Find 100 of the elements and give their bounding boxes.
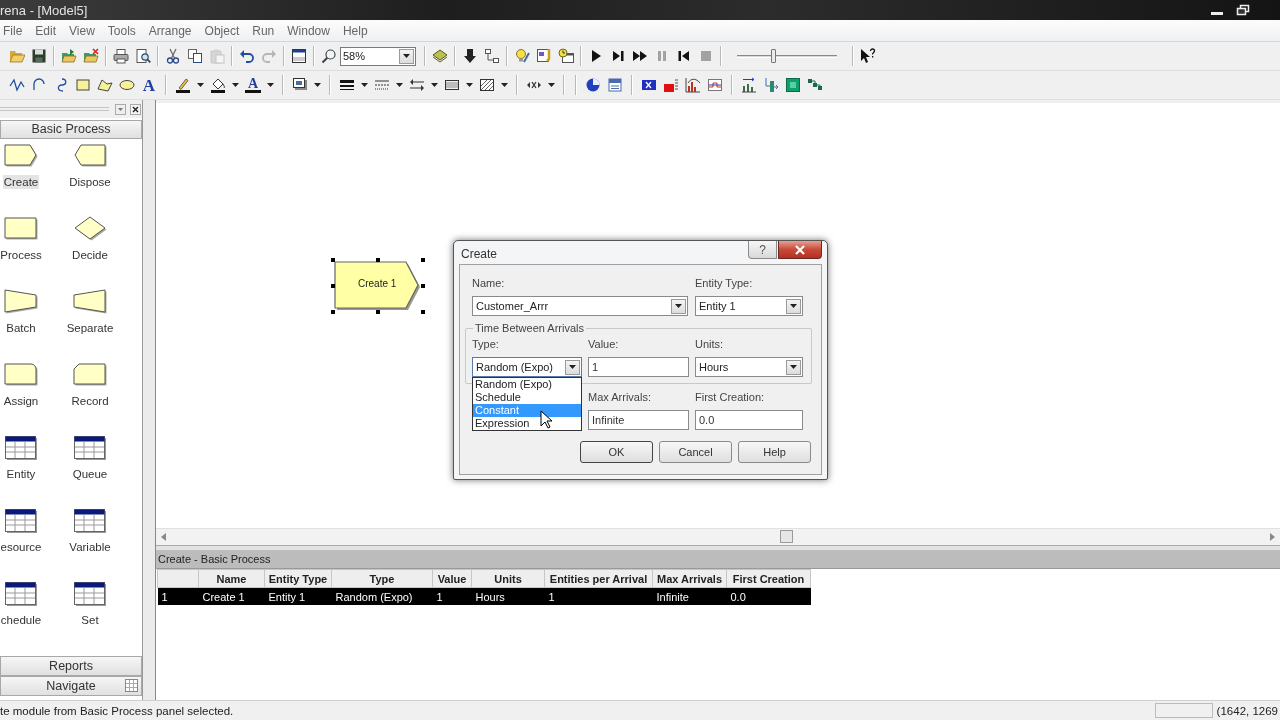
line-style-icon[interactable] (374, 77, 390, 93)
pen-icon[interactable] (175, 77, 191, 93)
dropdown-option[interactable]: Random (Expo) (473, 378, 581, 391)
caret-icon[interactable] (197, 83, 204, 87)
dropdown-button[interactable] (786, 359, 801, 375)
folder-arrow-icon[interactable] (61, 48, 77, 64)
combo-box[interactable]: Customer_Arrr (472, 296, 688, 316)
dialog-button[interactable]: OK (580, 441, 653, 463)
combo-box[interactable]: Hours (695, 357, 803, 377)
caret-icon[interactable] (431, 83, 438, 87)
scrollbar-thumb[interactable] (780, 530, 793, 543)
lightbulb-icon[interactable] (514, 48, 530, 64)
caret-icon[interactable] (314, 83, 321, 87)
dropdown-option[interactable]: Schedule (473, 391, 581, 404)
grid-icon[interactable] (125, 679, 138, 692)
module-label[interactable]: esource (0, 540, 43, 554)
dialog-button[interactable]: Help (738, 441, 811, 463)
close-icon[interactable] (130, 103, 141, 115)
slider-thumb[interactable] (771, 48, 776, 63)
trapezoid-icon[interactable] (73, 289, 107, 315)
square-tile-icon[interactable] (785, 77, 801, 93)
module-label[interactable]: Queue (71, 467, 109, 481)
step-icon[interactable] (610, 48, 626, 64)
gate-icon[interactable] (763, 77, 779, 93)
dialog-button[interactable]: Cancel (659, 441, 732, 463)
caret-icon[interactable] (466, 83, 473, 87)
restore-icon[interactable] (1236, 4, 1250, 16)
trapezoid-icon[interactable] (4, 289, 38, 315)
menu-item[interactable]: View (69, 23, 95, 38)
menu-item[interactable]: Help (342, 23, 368, 38)
layers-icon[interactable] (432, 48, 448, 64)
arrow-style-icon[interactable] (409, 77, 425, 93)
window-shadow-icon[interactable] (292, 77, 308, 93)
cut-corner-rectangle-icon[interactable] (73, 362, 107, 388)
chart-arrow-icon[interactable] (741, 77, 757, 93)
diamond-icon[interactable] (73, 216, 107, 242)
table-icon[interactable] (4, 435, 38, 461)
folder-x-icon[interactable] (83, 48, 99, 64)
connector-icon[interactable] (484, 48, 500, 64)
form-edit-icon[interactable] (536, 48, 552, 64)
panel-bar-button[interactable]: Navigate (0, 676, 142, 696)
calendar-icon[interactable] (607, 77, 623, 93)
fast-forward-icon[interactable] (632, 48, 648, 64)
rounded-rectangle-icon[interactable] (4, 362, 38, 388)
close-button[interactable] (778, 241, 822, 259)
skip-back-icon[interactable] (676, 48, 692, 64)
combo-box[interactable]: Random (Expo) (472, 357, 582, 377)
table-icon[interactable] (4, 581, 38, 607)
menu-item[interactable]: Arrange (148, 23, 192, 38)
caret-icon[interactable] (396, 83, 403, 87)
module-label[interactable]: chedule (0, 613, 43, 627)
down-arrow-icon[interactable] (462, 48, 478, 64)
combo-box[interactable]: Entity 1 (695, 296, 803, 316)
window-icon[interactable] (291, 48, 307, 64)
horizontal-scrollbar[interactable] (156, 528, 1280, 545)
module-label[interactable]: Dispose (68, 175, 112, 189)
caret-icon[interactable] (501, 83, 508, 87)
module-label[interactable]: Batch (5, 321, 37, 335)
caret-icon[interactable] (361, 83, 368, 87)
left-pointed-shape-icon[interactable] (73, 143, 107, 169)
scissors-icon[interactable] (165, 48, 181, 64)
menu-item[interactable]: Window (287, 23, 330, 38)
module-label[interactable]: Decide (71, 248, 109, 262)
right-pointed-shape-icon[interactable] (4, 143, 38, 169)
column-header[interactable]: Entities per Arrival (544, 569, 653, 588)
text-tool[interactable]: A (141, 76, 157, 94)
caret-icon[interactable] (267, 83, 274, 87)
help-button[interactable]: ? (748, 241, 777, 259)
polyline-icon[interactable] (9, 77, 25, 93)
blocks-icon[interactable] (807, 77, 823, 93)
text-field[interactable]: 0.0 (695, 410, 803, 430)
column-header[interactable]: Entity Type (264, 569, 332, 588)
arc-icon[interactable] (31, 77, 47, 93)
menu-item[interactable]: Tools (107, 23, 136, 38)
column-header[interactable]: Name (198, 569, 265, 588)
column-header[interactable]: Units (471, 569, 545, 588)
panel-bar-button[interactable]: Reports (0, 656, 142, 676)
text-field[interactable]: 1 (588, 357, 689, 377)
module-label[interactable]: Assign (2, 394, 40, 408)
module-label[interactable]: Process (0, 248, 43, 262)
line-chart-icon[interactable] (707, 77, 723, 93)
cross-tile-icon[interactable] (641, 77, 657, 93)
rectangle-shape-icon[interactable] (4, 216, 38, 242)
undo-icon[interactable] (239, 48, 255, 64)
help-pointer-icon[interactable] (860, 48, 876, 64)
module-label[interactable]: Set (80, 613, 100, 627)
module-label[interactable]: Variable (68, 540, 112, 554)
printer-icon[interactable] (113, 48, 129, 64)
bar-chart-icon[interactable] (685, 77, 701, 93)
module-label[interactable]: Record (70, 394, 110, 408)
line-width-icon[interactable] (339, 77, 355, 93)
copy-icon[interactable] (187, 48, 203, 64)
module-label[interactable]: Entity (5, 467, 37, 481)
dropdown-button[interactable] (399, 48, 414, 64)
polygon-icon[interactable] (97, 77, 113, 93)
hatched-square-icon[interactable] (479, 77, 495, 93)
clock-window-icon[interactable] (558, 48, 574, 64)
block-meter-icon[interactable] (663, 77, 679, 93)
paint-bucket-icon[interactable] (210, 77, 226, 93)
zoom-combo[interactable]: 58% (340, 46, 416, 66)
